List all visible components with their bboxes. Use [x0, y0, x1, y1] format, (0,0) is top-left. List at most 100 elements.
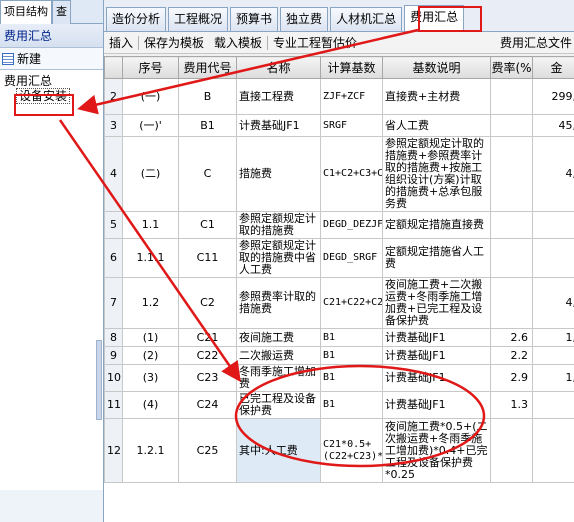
- cell-desc[interactable]: 省人工费: [382, 114, 491, 137]
- cell-desc[interactable]: 直接费+主材费: [382, 78, 491, 115]
- cell-name[interactable]: 已完工程及设备保护费: [236, 391, 321, 419]
- cell-seq[interactable]: (2): [122, 346, 179, 365]
- tab-independent-fee[interactable]: 独立费: [280, 7, 329, 31]
- cell-seq[interactable]: (二): [122, 136, 179, 212]
- cell-amount[interactable]: 1,: [532, 364, 574, 392]
- cell-amount[interactable]: 299,: [532, 78, 574, 115]
- cell-base[interactable]: SRGF: [320, 114, 383, 137]
- cell-name[interactable]: 参照费率计取的措施费: [236, 277, 321, 329]
- cell-desc[interactable]: 计费基础JF1: [382, 364, 491, 392]
- new-button[interactable]: 新建: [0, 48, 103, 70]
- cell-code[interactable]: C21: [178, 328, 237, 347]
- cell-base[interactable]: ZJF+ZCF: [320, 78, 383, 115]
- cell-base[interactable]: B1: [320, 328, 383, 347]
- cell-amount[interactable]: [532, 391, 574, 419]
- cell-rate[interactable]: 1.3: [490, 391, 533, 419]
- cell-rate[interactable]: [490, 78, 533, 115]
- cell-rate[interactable]: [490, 114, 533, 137]
- table-row[interactable]: 8(1)C21夜间施工费B1计费基础JF12.61,: [104, 328, 574, 347]
- cell-amount[interactable]: [532, 418, 574, 483]
- cell-desc[interactable]: 计费基础JF1: [382, 391, 491, 419]
- cell-desc[interactable]: 计费基础JF1: [382, 346, 491, 365]
- cell-rate[interactable]: 2.2: [490, 346, 533, 365]
- cell-amount[interactable]: [532, 238, 574, 278]
- cell-desc[interactable]: 定额规定措施直接费: [382, 211, 491, 239]
- cell-code[interactable]: C25: [178, 418, 237, 483]
- cell-amount[interactable]: 1,: [532, 328, 574, 347]
- cell-desc[interactable]: 夜间施工费*0.5+(二次搬运费+冬雨季施工增加费)*0.4+已完工程及设备保护…: [382, 418, 491, 483]
- cell-base[interactable]: B1: [320, 346, 383, 365]
- cell-rate[interactable]: [490, 418, 533, 483]
- cell-base[interactable]: C21+C22+C23+C24: [320, 277, 383, 329]
- insert-button[interactable]: 插入: [104, 33, 138, 53]
- tree-item-equipment-install[interactable]: 设备安装: [16, 88, 71, 104]
- cell-base[interactable]: C21*0.5+(C22+C23)*0.4+C24*0.25: [320, 418, 383, 483]
- cell-base[interactable]: C1+C2+C3+C4: [320, 136, 383, 212]
- cell-desc[interactable]: 计费基础JF1: [382, 328, 491, 347]
- header-amount[interactable]: 金: [532, 56, 574, 79]
- cell-rate[interactable]: 2.6: [490, 328, 533, 347]
- table-row[interactable]: 4(二)C措施费C1+C2+C3+C4参照定额规定计取的措施费+参照费率计取的措…: [104, 136, 574, 212]
- cell-amount[interactable]: 45,: [532, 114, 574, 137]
- table-row[interactable]: 6 1.1.1 C11 参照定额规定计取的措施费中省人工费 DEGD_SRGF 定额规定措…: [104, 238, 574, 278]
- cell-amount[interactable]: [532, 346, 574, 365]
- cell-code[interactable]: C23: [178, 364, 237, 392]
- cell-amount[interactable]: 4,: [532, 136, 574, 212]
- cell-name[interactable]: 参照定额规定计取的措施费: [236, 211, 321, 239]
- cell-name[interactable]: 措施费: [236, 136, 321, 212]
- cell-base[interactable]: DEGD_SRGF: [320, 238, 383, 278]
- header-desc[interactable]: 基数说明: [382, 56, 491, 79]
- cell-amount[interactable]: [532, 211, 574, 239]
- table-row[interactable]: 2 (一) B 直接工程费 ZJF+ZCF 直接费+主材费 299,: [104, 78, 574, 115]
- cell-code[interactable]: B: [178, 78, 237, 115]
- cell-seq[interactable]: (一)': [122, 114, 179, 137]
- header-code[interactable]: 费用代号: [178, 56, 237, 79]
- cell-name[interactable]: 冬雨季施工增加费: [236, 364, 321, 392]
- cell-seq[interactable]: (3): [122, 364, 179, 392]
- tab-budget[interactable]: 预算书: [230, 7, 279, 31]
- cell-code[interactable]: C1: [178, 211, 237, 239]
- table-row[interactable]: 71.2C2参照费率计取的措施费C21+C22+C23+C24夜间施工费+二次搬…: [104, 277, 574, 329]
- tab-project-structure[interactable]: 项目结构: [0, 0, 52, 24]
- header-name[interactable]: 名称: [236, 56, 321, 79]
- cell-name[interactable]: 计费基础JF1: [236, 114, 321, 137]
- cell-desc[interactable]: 参照定额规定计取的措施费+参照费率计取的措施费+按施工组织设计(方案)计取的措施…: [382, 136, 491, 212]
- header-rate[interactable]: 费率(%: [490, 56, 533, 79]
- cell-base[interactable]: B1: [320, 364, 383, 392]
- save-template-button[interactable]: 保存为模板: [139, 33, 209, 53]
- tab-project-overview[interactable]: 工程概况: [168, 7, 229, 31]
- cell-name[interactable]: 其中:人工费: [236, 418, 321, 483]
- cell-base[interactable]: DEGD_DEZJF: [320, 211, 383, 239]
- cell-seq[interactable]: 1.2: [122, 277, 179, 329]
- left-scrollbar[interactable]: [96, 340, 102, 420]
- cell-name[interactable]: 参照定额规定计取的措施费中省人工费: [236, 238, 321, 278]
- cell-seq[interactable]: (1): [122, 328, 179, 347]
- cell-code[interactable]: C2: [178, 277, 237, 329]
- header-seq[interactable]: 序号: [122, 56, 179, 79]
- cell-desc[interactable]: 定额规定措施省人工费: [382, 238, 491, 278]
- table-row[interactable]: 121.2.1C25其中:人工费C21*0.5+(C22+C23)*0.4+C2…: [104, 418, 574, 483]
- tab-search[interactable]: 查: [52, 0, 71, 24]
- tab-labor-material-summary[interactable]: 人材机汇总: [330, 7, 403, 31]
- cell-seq[interactable]: 1.2.1: [122, 418, 179, 483]
- tab-cost-analysis[interactable]: 造价分析: [106, 7, 167, 31]
- header-base[interactable]: 计算基数: [320, 56, 383, 79]
- cell-code[interactable]: B1: [178, 114, 237, 137]
- cell-code[interactable]: C22: [178, 346, 237, 365]
- table-row[interactable]: 10(3)C23冬雨季施工增加费B1计费基础JF12.91,: [104, 364, 574, 392]
- cell-name[interactable]: 直接工程费: [236, 78, 321, 115]
- cell-code[interactable]: C11: [178, 238, 237, 278]
- special-fee-button[interactable]: 专业工程暂估价: [268, 33, 362, 53]
- cell-desc[interactable]: 夜间施工费+二次搬运费+冬雨季施工增加费+已完工程及设备保护费: [382, 277, 491, 329]
- tree-root-item[interactable]: 费用汇总: [0, 74, 103, 88]
- cell-name[interactable]: 夜间施工费: [236, 328, 321, 347]
- cell-base[interactable]: B1: [320, 391, 383, 419]
- cell-rate[interactable]: [490, 136, 533, 212]
- table-row[interactable]: 9 (2) C22 二次搬运费 B1 计费基础JF1 2.2: [104, 346, 574, 365]
- cell-seq[interactable]: (4): [122, 391, 179, 419]
- cell-rate[interactable]: [490, 277, 533, 329]
- load-template-button[interactable]: 载入模板: [209, 33, 267, 53]
- tab-fee-summary[interactable]: 费用汇总: [404, 5, 465, 31]
- cell-rate[interactable]: [490, 211, 533, 239]
- cell-seq[interactable]: (一): [122, 78, 179, 115]
